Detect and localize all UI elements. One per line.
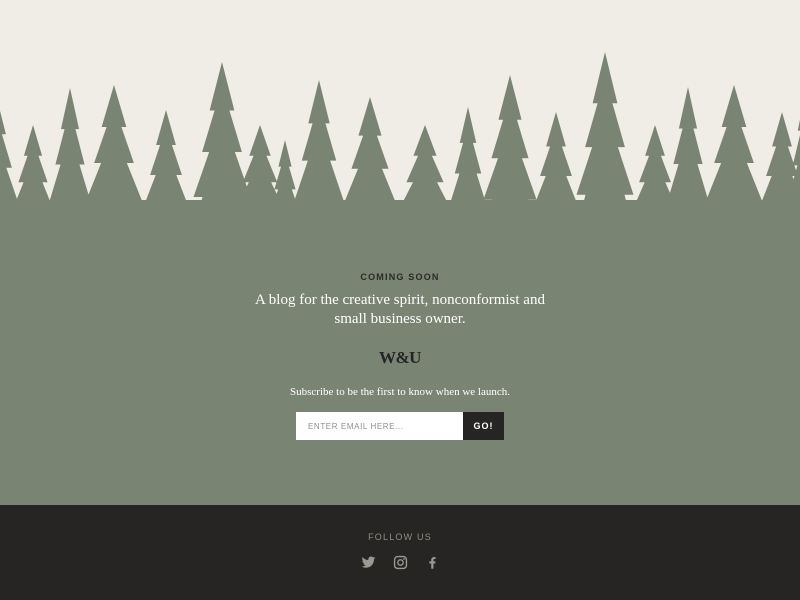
follow-us-label: FOLLOW US: [368, 532, 432, 542]
facebook-icon: [428, 557, 436, 569]
pine-tree: [575, 52, 635, 235]
coming-soon-label: COMING SOON: [360, 272, 440, 282]
footer: FOLLOW US: [0, 505, 800, 600]
instagram-link[interactable]: [393, 555, 408, 570]
twitter-icon: [361, 556, 375, 568]
logo: W&U: [379, 348, 421, 367]
twitter-link[interactable]: [361, 555, 376, 570]
go-button[interactable]: GO!: [463, 412, 504, 440]
subscribe-text: Subscribe to be the first to know when w…: [290, 386, 510, 398]
email-input[interactable]: [296, 412, 463, 440]
subscribe-form: GO!: [296, 412, 504, 440]
social-links: [361, 555, 440, 570]
facebook-link[interactable]: [425, 555, 440, 570]
hero-section: COMING SOON A blog for the creative spir…: [0, 210, 800, 505]
instagram-icon: [393, 555, 407, 570]
tagline: A blog for the creative spirit, nonconfo…: [255, 292, 545, 327]
